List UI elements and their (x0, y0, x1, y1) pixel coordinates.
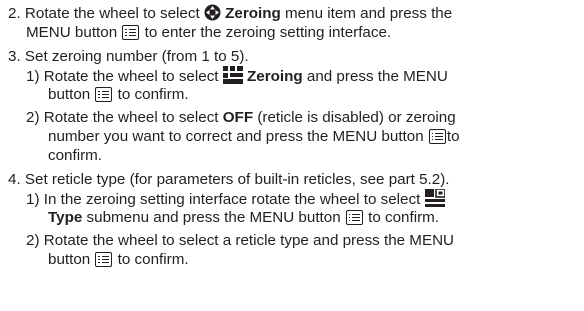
step-number: 3. (8, 48, 21, 65)
text: Set reticle type (for parameters of buil… (24, 171, 450, 188)
zeroing-menu-icon (204, 4, 221, 21)
step-3-2-line-2: number you want to correct and press the… (48, 127, 460, 147)
text: Set zeroing number (from 1 to 5). (24, 48, 249, 65)
step-4-1-line-2: Type submenu and press the MENU button t… (48, 208, 439, 228)
bold-text: Zeroing (246, 68, 303, 85)
step-3-1-line-1: 1) Rotate the wheel to select Zeroing an… (26, 66, 448, 87)
text: confirm. (48, 147, 103, 164)
text: number you want to correct and press the… (48, 128, 428, 145)
step-3-2-line-1: 2) Rotate the wheel to select OFF (retic… (26, 108, 456, 128)
text: and press the MENU (302, 68, 448, 85)
menu-button-icon (95, 252, 113, 267)
step-4-title: 4. Set reticle type (for parameters of b… (8, 170, 450, 190)
menu-button-icon (345, 210, 363, 225)
text: submenu and press the MENU button (82, 209, 345, 226)
step-3-title: 3. Set zeroing number (from 1 to 5). (8, 47, 249, 67)
text: Rotate the wheel to select a reticle typ… (43, 232, 455, 249)
reticle-type-icon (424, 189, 445, 207)
step-4-2-line-2: button to confirm. (48, 250, 189, 270)
text: to confirm. (113, 86, 189, 103)
text: MENU button (26, 24, 122, 41)
bold-text: OFF (222, 109, 254, 126)
step-3-2-line-3: confirm. (48, 146, 102, 166)
step-3-1-line-2: button to confirm. (48, 85, 189, 105)
bold-text: Zeroing (225, 5, 281, 22)
step-2-line-2: MENU button to enter the zeroing setting… (26, 23, 391, 43)
zeroing-number-icon (222, 66, 243, 84)
text: to (446, 128, 460, 145)
substep-number: 1) (26, 68, 40, 85)
step-number: 4. (8, 171, 21, 188)
text: menu item and press the (280, 5, 453, 22)
menu-button-icon (428, 129, 446, 144)
menu-button-icon (95, 87, 113, 102)
menu-button-icon (122, 25, 140, 40)
substep-number: 2) (26, 109, 40, 126)
substep-number: 2) (26, 232, 40, 249)
manual-page: 2. Rotate the wheel to select Zeroing me… (0, 0, 584, 311)
step-4-2-line-1: 2) Rotate the wheel to select a reticle … (26, 231, 454, 251)
text: Rotate the wheel to select (24, 5, 204, 22)
bold-text: Type (48, 209, 83, 226)
text: In the zeroing setting interface rotate … (43, 191, 421, 208)
step-number: 2. (8, 5, 21, 22)
text: Rotate the wheel to select (43, 109, 223, 126)
substep-number: 1) (26, 191, 40, 208)
step-2-line-1: 2. Rotate the wheel to select Zeroing me… (8, 4, 452, 24)
text: (reticle is disabled) or zeroing (253, 109, 456, 126)
text: to enter the zeroing setting interface. (140, 24, 392, 41)
text: button (48, 251, 95, 268)
text: button (48, 86, 95, 103)
step-4-1-line-1: 1) In the zeroing setting interface rota… (26, 189, 445, 210)
text: to confirm. (113, 251, 189, 268)
text: Rotate the wheel to select (43, 68, 223, 85)
text: to confirm. (363, 209, 440, 226)
